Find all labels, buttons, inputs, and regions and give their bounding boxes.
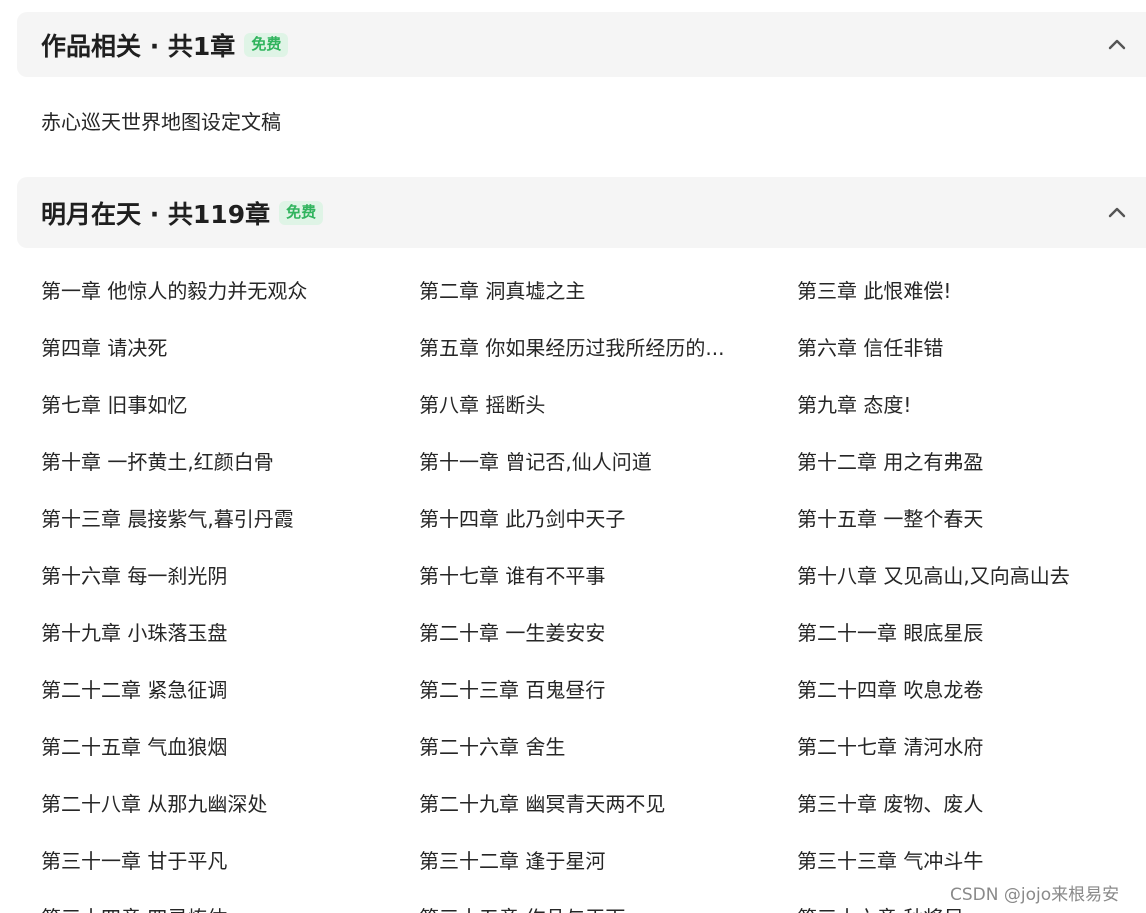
chapter-link[interactable]: 第二十三章 百鬼昼行: [419, 676, 605, 704]
chapter-link[interactable]: 第十三章 晨接紫气,暮引丹霞: [41, 505, 294, 533]
chapter-link[interactable]: 第二十二章 紧急征调: [41, 676, 227, 704]
chapter-link[interactable]: 第十五章 一整个春天: [797, 505, 983, 533]
chapter-link[interactable]: 第七章 旧事如忆: [41, 391, 187, 419]
chapter-link[interactable]: 第四章 请决死: [41, 334, 167, 362]
chapter-link[interactable]: 第十九章 小珠落玉盘: [41, 619, 227, 647]
chapter-link[interactable]: 第三十五章 作品与天下: [419, 904, 625, 913]
chapter-link[interactable]: 第十八章 又见高山,又向高山去: [797, 562, 1070, 590]
chapter-link[interactable]: 第九章 态度!: [797, 391, 911, 419]
chapter-link[interactable]: 第三十三章 气冲斗牛: [797, 847, 983, 875]
chapter-link[interactable]: 第十一章 曾记否,仙人问道: [419, 448, 652, 476]
chapter-link[interactable]: 第三十四章 四灵炼体: [41, 904, 227, 913]
chapter-link[interactable]: 第六章 信任非错: [797, 334, 943, 362]
chapter-link[interactable]: 第十七章 谁有不平事: [419, 562, 605, 590]
chapter-list: 第一章 他惊人的毅力并无观众 第二章 洞真墟之主 第三章 此恨难偿! 第四章 请决死第…: [0, 0, 1146, 913]
chapter-link[interactable]: 第二十四章 吹息龙卷: [797, 676, 983, 704]
chapter-link[interactable]: 第一章 他惊人的毅力并无观众: [41, 277, 307, 305]
chapter-link[interactable]: 第二十八章 从那九幽深处: [41, 790, 267, 818]
chapter-link[interactable]: 第三十六章 秋将尽: [797, 904, 963, 913]
chapter-link[interactable]: 第二十七章 清河水府: [797, 733, 983, 761]
chapter-link[interactable]: 第十章 一抔黄土,红颜白骨: [41, 448, 274, 476]
chapter-link[interactable]: 第二十九章 幽冥青天两不见: [419, 790, 665, 818]
chapter-link[interactable]: 第三章 此恨难偿!: [797, 277, 951, 305]
chapter-link[interactable]: 第八章 摇断头: [419, 391, 545, 419]
chapter-link[interactable]: 第十四章 此乃剑中天子: [419, 505, 625, 533]
chapter-link[interactable]: 第十二章 用之有弗盈: [797, 448, 983, 476]
chapter-link[interactable]: 第三十章 废物、废人: [797, 790, 983, 818]
chapter-link[interactable]: 第二十章 一生姜安安: [419, 619, 605, 647]
chapter-link[interactable]: 第三十二章 逢于星河: [419, 847, 605, 875]
chapter-link[interactable]: 第十六章 每一刹光阴: [41, 562, 227, 590]
chapter-link[interactable]: 第二十一章 眼底星辰: [797, 619, 983, 647]
watermark: CSDN @jojo来根易安: [950, 885, 1120, 905]
chapter-link[interactable]: 第二十六章 舍生: [419, 733, 565, 761]
chapter-link[interactable]: 第五章 你如果经历过我所经历的...: [419, 334, 724, 362]
chapter-link[interactable]: 第二十五章 气血狼烟: [41, 733, 227, 761]
chapter-link[interactable]: 第二章 洞真墟之主: [419, 277, 585, 305]
chapter-link[interactable]: 第三十一章 甘于平凡: [41, 847, 227, 875]
